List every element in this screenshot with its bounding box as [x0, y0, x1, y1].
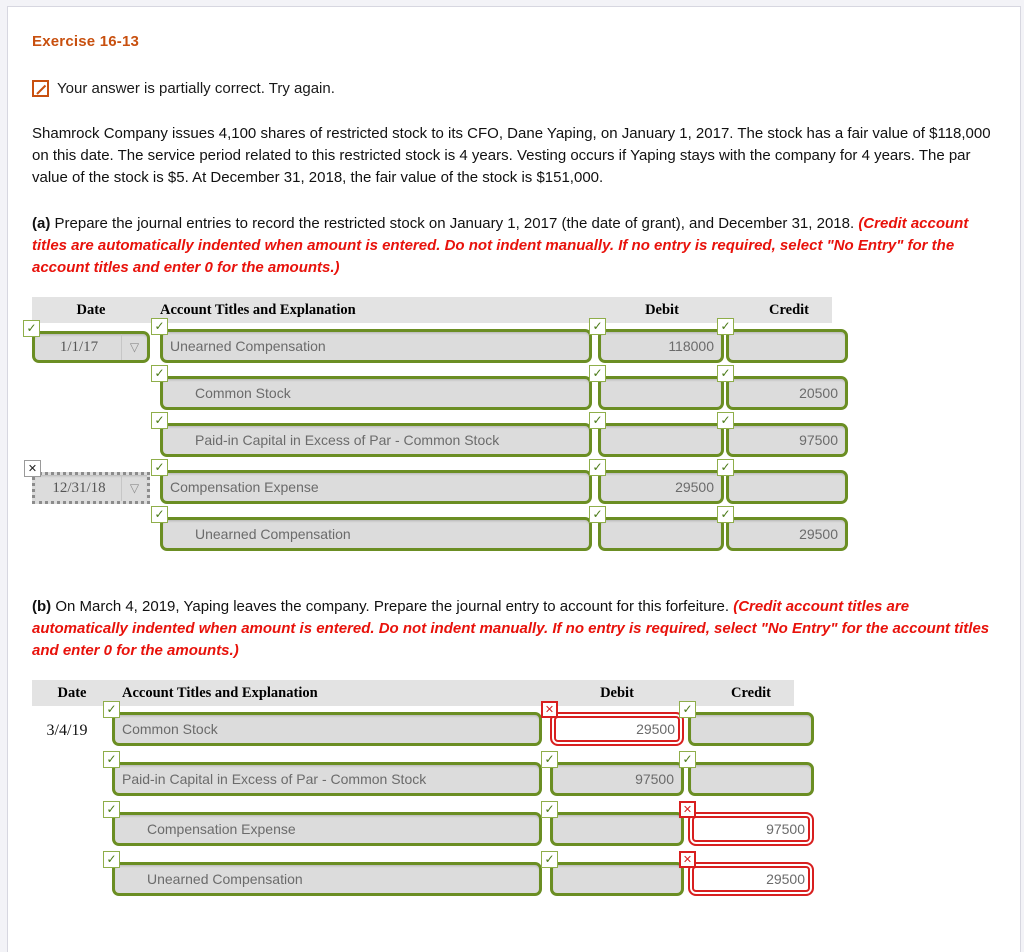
debit-field-a-3-status-check-icon: ✓	[589, 459, 606, 476]
credit-field-a-2[interactable]: 97500	[726, 423, 848, 457]
credit-field-a-3-status-check-icon: ✓	[717, 459, 734, 476]
credit-field-b-1-status-check-icon: ✓	[679, 751, 696, 768]
journal-table-a: Date Account Titles and Explanation Debit C…	[23, 297, 996, 572]
debit-field-a-0-status-check-icon: ✓	[589, 318, 606, 335]
credit-field-a-3[interactable]	[726, 470, 848, 504]
status-message: Your answer is partially correct. Try ag…	[57, 80, 335, 97]
column-header-debit: Debit	[600, 684, 634, 701]
account-title-field-a-4[interactable]: Unearned Compensation	[160, 517, 592, 551]
part-a-label: (a)	[32, 215, 51, 232]
debit-field-a-1-status-check-icon: ✓	[589, 365, 606, 382]
column-header-credit: Credit	[730, 684, 771, 701]
part-a-prompt: (a) Prepare the journal entries to recor…	[32, 213, 996, 279]
date-status-error-icon: ✕	[24, 460, 41, 477]
journal-table-b: Date Account Titles and Explanation Debit C…	[32, 680, 996, 920]
account-title-field-a-3[interactable]: Compensation Expense	[160, 470, 592, 504]
account-title-field-b-1-status-check-icon: ✓	[103, 751, 120, 768]
credit-field-a-4-status-check-icon: ✓	[717, 506, 734, 523]
debit-field-a-4[interactable]	[598, 517, 724, 551]
column-header-account: Account Titles and Explanation	[160, 301, 356, 318]
debit-field-a-3[interactable]: 29500	[598, 470, 724, 504]
debit-field-b-3-status-check-icon: ✓	[541, 851, 558, 868]
account-title-field-a-0-status-check-icon: ✓	[151, 318, 168, 335]
date-value: 12/31/18	[52, 479, 106, 496]
debit-field-b-0-status-error-icon: ✕	[541, 701, 558, 718]
part-b-label: (b)	[32, 598, 52, 615]
account-title-field-a-4-status-check-icon: ✓	[151, 506, 168, 523]
credit-field-b-0[interactable]	[688, 712, 814, 746]
debit-field-a-0[interactable]: 118000	[598, 329, 724, 363]
account-title-field-b-2-status-check-icon: ✓	[103, 801, 120, 818]
part-b-instruction: On March 4, 2019, Yaping leaves the comp…	[51, 598, 734, 615]
column-header-date: Date	[76, 301, 106, 318]
part-b-prompt: (b) On March 4, 2019, Yaping leaves the …	[32, 596, 996, 662]
debit-field-a-1[interactable]	[598, 376, 724, 410]
debit-field-b-0[interactable]: 29500	[550, 712, 684, 746]
table-body: 3/4/19 Common Stock ✓ 29500 ✕ ✓ Paid-in Capita…	[32, 701, 996, 920]
account-title-field-b-2[interactable]: Compensation Expense	[112, 812, 542, 846]
account-title-field-a-3-status-check-icon: ✓	[151, 459, 168, 476]
account-title-field-b-0[interactable]: Common Stock	[112, 712, 542, 746]
credit-field-a-1[interactable]: 20500	[726, 376, 848, 410]
credit-field-b-1[interactable]	[688, 762, 814, 796]
account-title-field-a-1[interactable]: Common Stock	[160, 376, 592, 410]
credit-field-b-2-status-error-icon: ✕	[679, 801, 696, 818]
debit-field-b-2-status-check-icon: ✓	[541, 801, 558, 818]
column-header-date: Date	[57, 684, 87, 701]
debit-field-b-1[interactable]: 97500	[550, 762, 684, 796]
chevron-down-icon: ▽	[121, 475, 147, 501]
column-header-debit: Debit	[645, 301, 679, 318]
account-title-field-b-3[interactable]: Unearned Compensation	[112, 862, 542, 896]
debit-field-a-2-status-check-icon: ✓	[589, 412, 606, 429]
page-title: Exercise 16-13	[32, 33, 140, 50]
date-text-b-0: 3/4/19	[46, 722, 88, 739]
column-header-account: Account Titles and Explanation	[122, 684, 318, 701]
exercise-card: Exercise 16-13 Your answer is partially …	[7, 6, 1021, 952]
date-status-check-icon: ✓	[23, 320, 40, 337]
partially-correct-icon	[32, 80, 49, 97]
credit-field-a-0[interactable]	[726, 329, 848, 363]
part-a-instruction: Prepare the journal entries to record th…	[50, 215, 859, 232]
credit-field-b-3-status-error-icon: ✕	[679, 851, 696, 868]
date-value: 1/1/17	[59, 338, 99, 355]
account-title-field-b-0-status-check-icon: ✓	[103, 701, 120, 718]
account-title-field-a-2-status-check-icon: ✓	[151, 412, 168, 429]
account-title-field-a-2[interactable]: Paid-in Capital in Excess of Par - Commo…	[160, 423, 592, 457]
column-header-credit: Credit	[768, 301, 809, 318]
credit-field-b-2[interactable]: 97500	[688, 812, 814, 846]
debit-field-b-1-status-check-icon: ✓	[541, 751, 558, 768]
debit-field-b-2[interactable]	[550, 812, 684, 846]
debit-field-b-3[interactable]	[550, 862, 684, 896]
account-title-field-b-1[interactable]: Paid-in Capital in Excess of Par - Commo…	[112, 762, 542, 796]
debit-field-a-2[interactable]	[598, 423, 724, 457]
credit-field-a-0-status-check-icon: ✓	[717, 318, 734, 335]
credit-field-a-4[interactable]: 29500	[726, 517, 848, 551]
problem-statement: Shamrock Company issues 4,100 shares of …	[32, 125, 991, 186]
account-title-field-b-3-status-check-icon: ✓	[103, 851, 120, 868]
status-banner: Your answer is partially correct. Try ag…	[32, 80, 996, 97]
credit-field-a-1-status-check-icon: ✓	[717, 365, 734, 382]
account-title-field-a-1-status-check-icon: ✓	[151, 365, 168, 382]
table-body: 1/1/17 ▽ ✓ Unearned Compensation ✓ 118000 ✓ ✓ Co…	[23, 318, 996, 572]
credit-field-b-3[interactable]: 29500	[688, 862, 814, 896]
date-select-a-3[interactable]: 12/31/18 ▽	[32, 472, 150, 504]
page-root: Exercise 16-13 Your answer is partially …	[0, 0, 1024, 952]
debit-field-a-4-status-check-icon: ✓	[589, 506, 606, 523]
credit-field-a-2-status-check-icon: ✓	[717, 412, 734, 429]
date-select-a-0[interactable]: 1/1/17 ▽	[32, 331, 150, 363]
chevron-down-icon: ▽	[121, 334, 147, 360]
credit-field-b-0-status-check-icon: ✓	[679, 701, 696, 718]
account-title-field-a-0[interactable]: Unearned Compensation	[160, 329, 592, 363]
